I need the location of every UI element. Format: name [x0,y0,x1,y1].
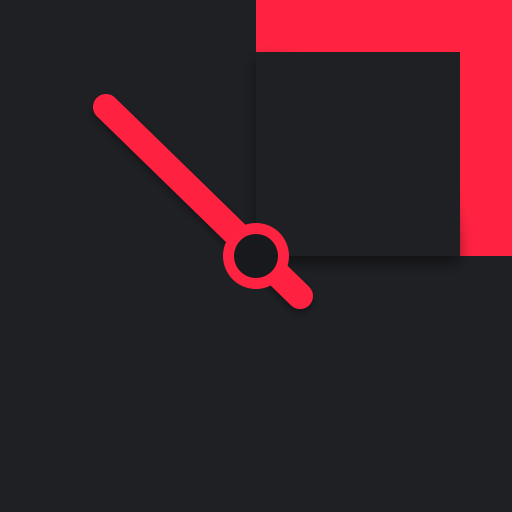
center-pin [223,223,289,289]
clock-icon [0,0,512,512]
clock-app-icon [0,0,512,512]
red-corner-quadrant [256,0,512,256]
